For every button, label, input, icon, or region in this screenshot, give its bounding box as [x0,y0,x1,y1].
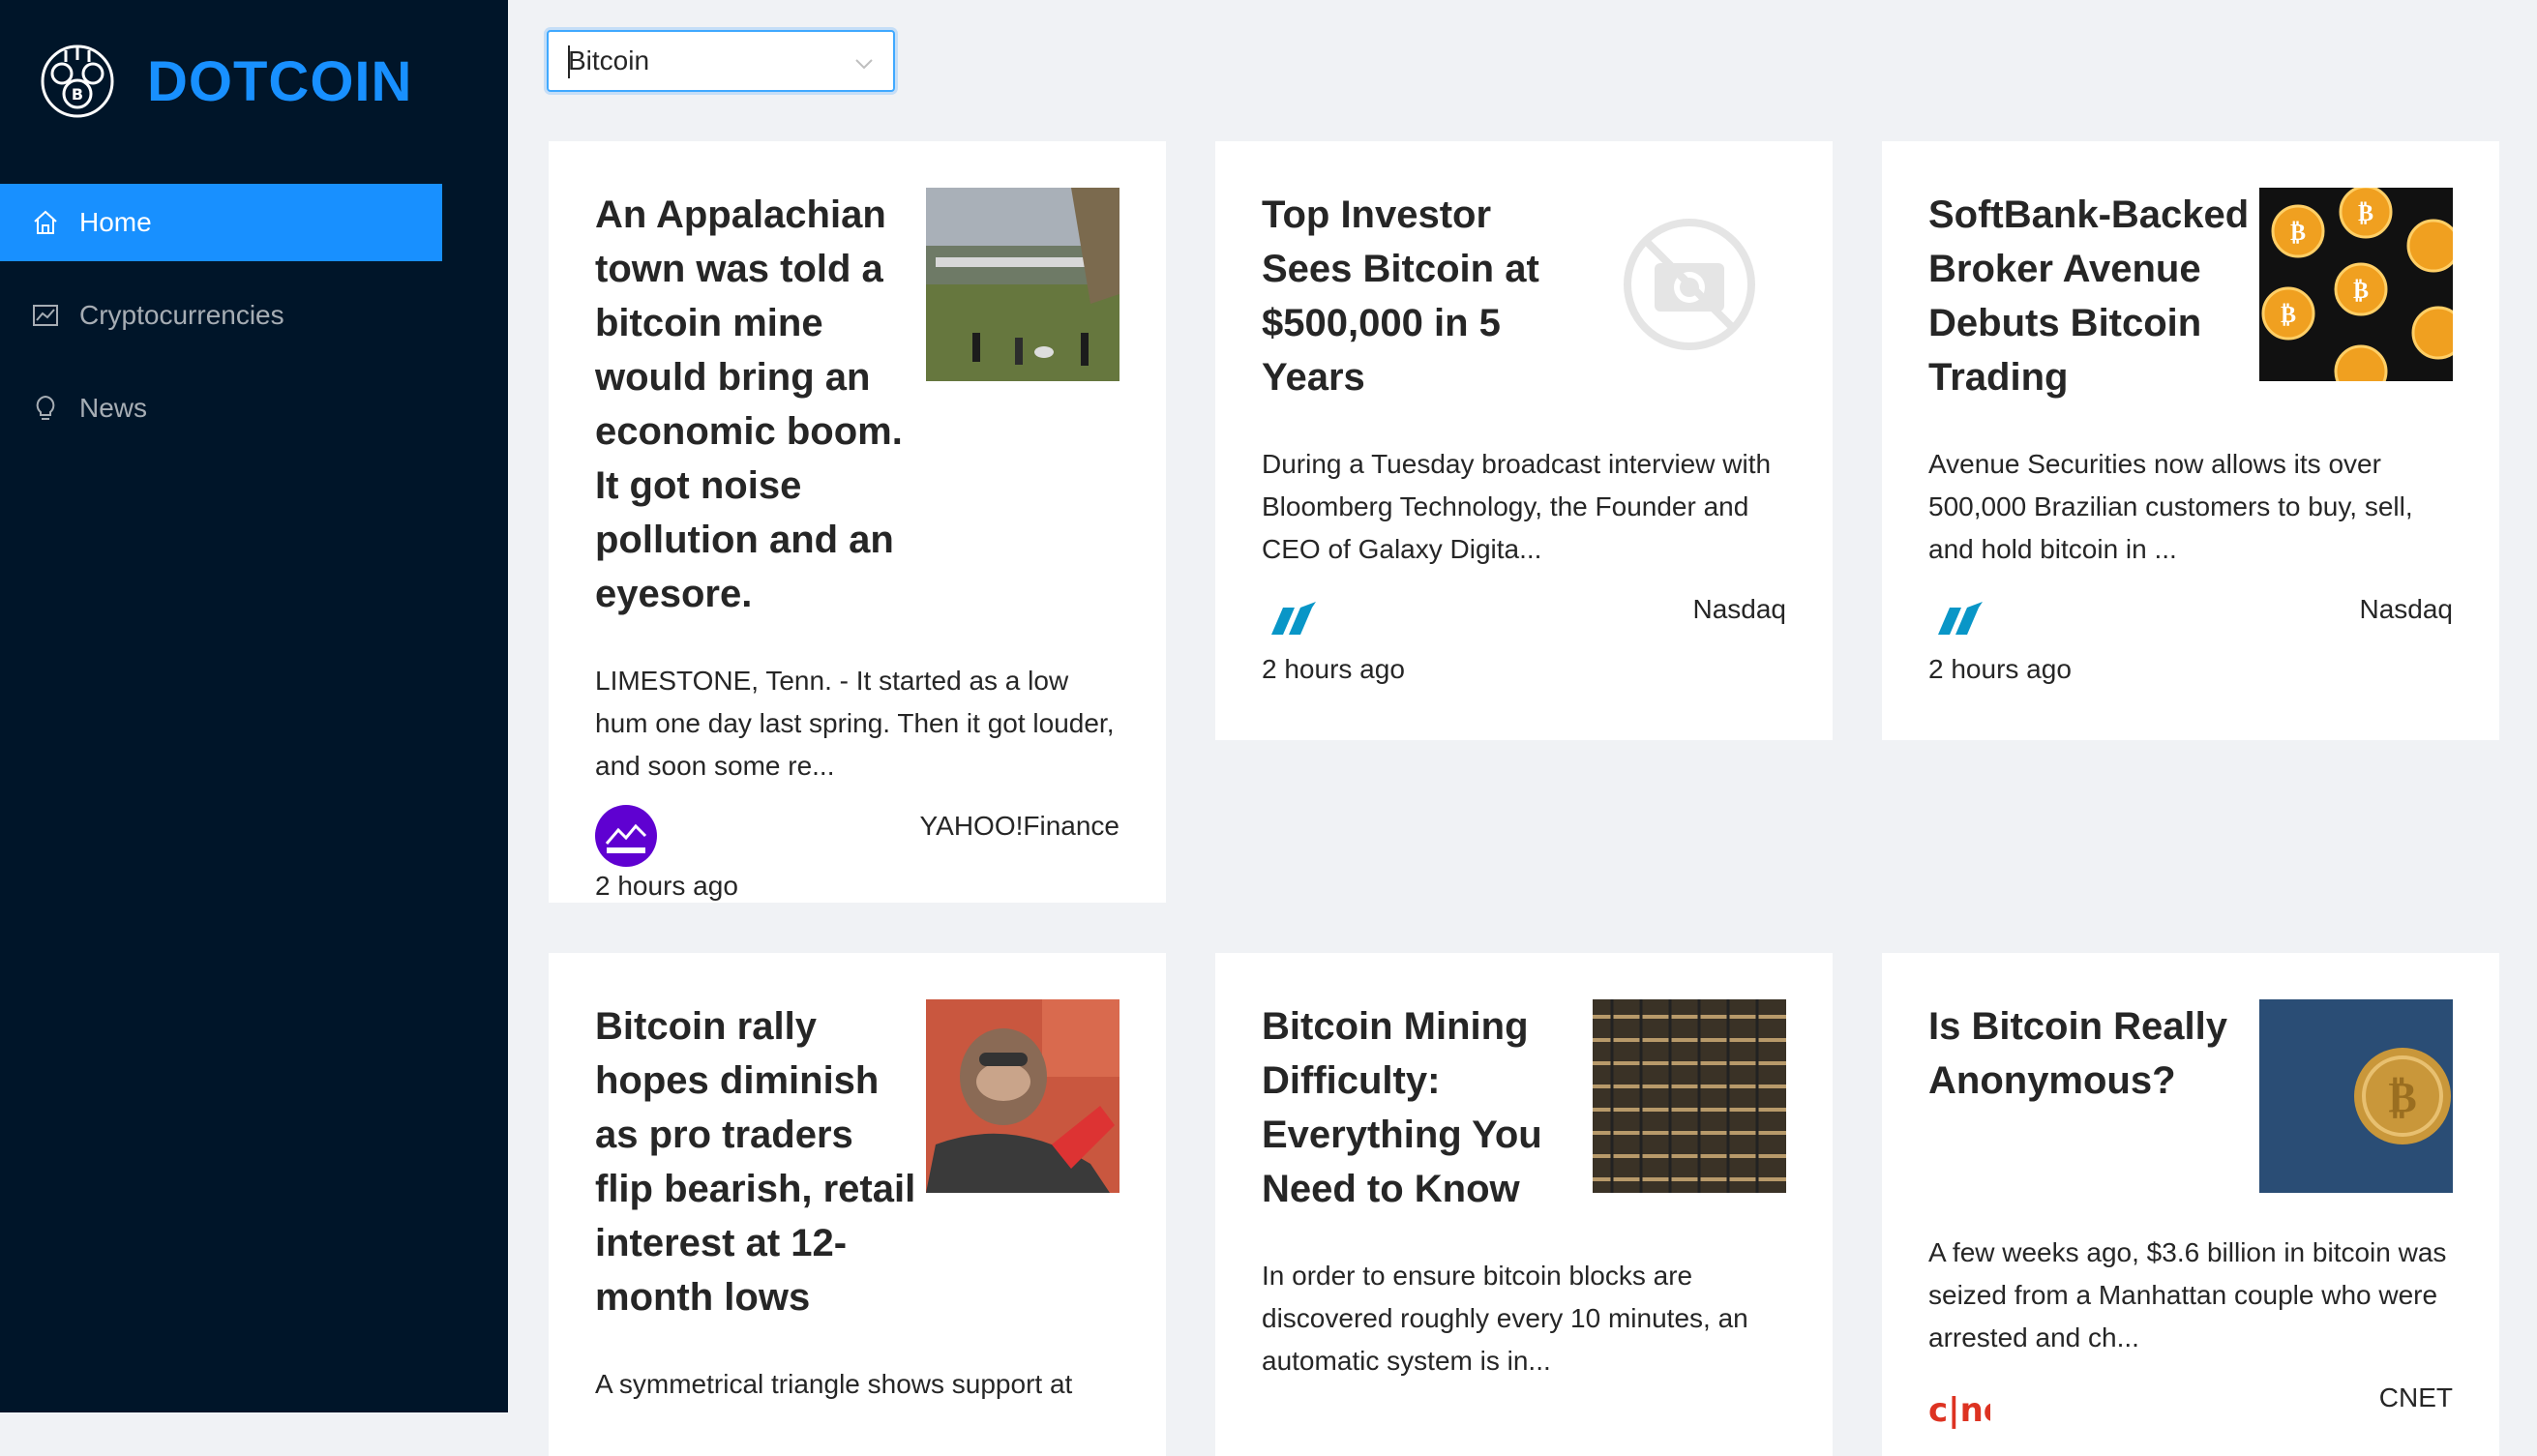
news-thumbnail [1593,999,1786,1193]
sidebar: B DOTCOIN Home Cryptocurrencies News [0,0,508,1412]
news-card[interactable]: Bitcoin Mining Difficulty: Everything Yo… [1215,953,1833,1456]
news-title[interactable]: Bitcoin rally hopes diminish as pro trad… [595,999,919,1324]
main-content: Bitcoin An Appalachian town was told a b… [508,0,2537,1456]
yahoo-finance-logo-icon [595,805,657,867]
sidebar-item-label: Cryptocurrencies [79,300,284,330]
sidebar-menu: Home Cryptocurrencies News [0,184,442,462]
news-description: A few weeks ago, $3.6 billion in bitcoin… [1928,1237,2447,1352]
text-caret [568,45,570,78]
svg-text:₿: ₿ [2281,301,2296,328]
svg-text:₿: ₿ [2358,199,2373,226]
news-provider: Nasdaq [2359,594,2453,624]
news-thumbnail [926,188,1119,381]
home-icon [31,208,60,237]
news-description: During a Tuesday broadcast interview wit… [1262,449,1772,564]
news-thumbnail [926,999,1119,1193]
svg-text:₿: ₿ [2353,277,2369,304]
news-description: LIMESTONE, Tenn. - It started as a low h… [595,666,1115,781]
news-card[interactable]: Is Bitcoin Really Anonymous? ₿ A few wee… [1882,953,2499,1456]
news-card[interactable]: Bitcoin rally hopes diminish as pro trad… [549,953,1166,1456]
crypto-select[interactable]: Bitcoin [547,30,895,92]
sidebar-item-label: News [79,393,148,423]
nasdaq-logo-icon [1928,588,1990,650]
news-provider: CNET [2378,1382,2453,1412]
brand-name: DOTCOIN [147,49,413,113]
news-card[interactable]: SoftBank-Backed Broker Avenue Debuts Bit… [1882,141,2499,740]
news-thumbnail: ₿ [2259,999,2453,1193]
bitcoin-logo-icon: B [37,41,118,122]
news-title[interactable]: Bitcoin Mining Difficulty: Everything Yo… [1262,999,1586,1216]
news-title[interactable]: An Appalachian town was told a bitcoin m… [595,188,919,621]
news-title[interactable]: SoftBank-Backed Broker Avenue Debuts Bit… [1928,188,2253,404]
svg-text:c|net: c|net [1928,1391,1990,1430]
crypto-select-value: Bitcoin [568,45,650,75]
news-thumbnail: ₿ ₿ ₿ ₿ [2259,188,2453,381]
news-description: Avenue Securities now allows its over 50… [1928,449,2413,564]
sidebar-item-news[interactable]: News [0,370,442,447]
bulb-icon [31,394,60,423]
news-title[interactable]: Is Bitcoin Really Anonymous? [1928,999,2253,1193]
svg-text:B: B [72,85,83,104]
news-description: In order to ensure bitcoin blocks are di… [1262,1261,1748,1376]
sidebar-item-cryptocurrencies[interactable]: Cryptocurrencies [0,277,442,354]
news-description: A symmetrical triangle shows support at [595,1369,1073,1399]
logo[interactable]: B DOTCOIN [37,41,412,122]
news-time: 2 hours ago [595,871,738,901]
cnet-logo-icon: c|net [1928,1377,1990,1439]
nasdaq-logo-icon [1262,588,1324,650]
svg-text:₿: ₿ [2388,1073,2416,1122]
news-card[interactable]: An Appalachian town was told a bitcoin m… [549,141,1166,903]
news-time: 2 hours ago [1928,654,2072,684]
sidebar-item-home[interactable]: Home [0,184,442,261]
chevron-down-icon [852,51,876,74]
news-provider: Nasdaq [1692,594,1786,624]
svg-text:₿: ₿ [2290,219,2306,246]
news-time: 2 hours ago [1262,654,1405,684]
news-thumbnail [1593,188,1786,381]
chart-icon [31,301,60,330]
sidebar-item-label: Home [79,207,152,237]
news-card[interactable]: Top Investor Sees Bitcoin at $500,000 in… [1215,141,1833,740]
news-title[interactable]: Top Investor Sees Bitcoin at $500,000 in… [1262,188,1586,404]
news-provider: YAHOO!Finance [919,811,1119,841]
